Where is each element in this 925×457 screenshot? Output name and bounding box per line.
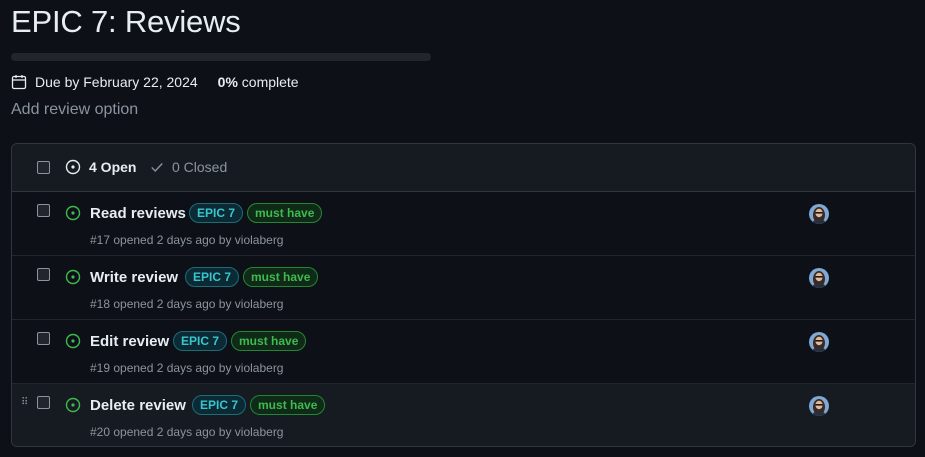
- issue-title-link[interactable]: Edit review: [90, 333, 169, 350]
- issue-title-link[interactable]: Write review: [90, 269, 178, 286]
- label-must-have[interactable]: must have: [243, 267, 319, 287]
- issue-open-icon: [65, 269, 81, 290]
- assignee-avatar[interactable]: [809, 204, 829, 224]
- issue-row[interactable]: Read reviews EPIC 7 must have #17 opened 2 …: [12, 192, 915, 256]
- issue-row[interactable]: Edit review EPIC 7 must have #19 opened 2 d…: [12, 320, 915, 384]
- assignee-avatar[interactable]: [809, 396, 829, 416]
- completion-percent: 0%: [217, 74, 238, 90]
- label-epic[interactable]: EPIC 7: [185, 267, 240, 287]
- issues-list: 4 Open 0 Closed Read reviews EPIC 7 must h…: [11, 143, 916, 447]
- issue-title-link[interactable]: Delete review: [90, 397, 186, 414]
- issue-labels: EPIC 7 must have: [192, 395, 326, 415]
- open-filter-tab[interactable]: 4 Open: [65, 159, 136, 175]
- issue-checkbox[interactable]: [37, 396, 50, 409]
- closed-count: 0 Closed: [172, 159, 228, 175]
- issue-open-icon: [65, 205, 81, 226]
- issue-meta: #18 opened 2 days ago by violaberg: [90, 297, 284, 311]
- select-all-checkbox[interactable]: [37, 161, 50, 174]
- issue-meta: #20 opened 2 days ago by violaberg: [90, 425, 284, 439]
- assignee-avatar[interactable]: [809, 332, 829, 352]
- issue-row[interactable]: ⠿ Delete review EPIC 7 must have #20 opened …: [12, 384, 915, 446]
- issue-meta: #19 opened 2 days ago by violaberg: [90, 361, 284, 375]
- drag-handle-icon[interactable]: ⠿: [21, 397, 29, 409]
- issue-open-icon: [65, 333, 81, 354]
- add-review-option-link[interactable]: Add review option: [11, 101, 138, 119]
- due-date: Due by February 22, 2024: [35, 74, 198, 90]
- issue-checkbox[interactable]: [37, 268, 50, 281]
- calendar-icon: [11, 74, 27, 90]
- page-title: EPIC 7: Reviews: [11, 4, 241, 39]
- issue-checkbox[interactable]: [37, 332, 50, 345]
- label-epic[interactable]: EPIC 7: [173, 331, 228, 351]
- issue-checkbox[interactable]: [37, 204, 50, 217]
- open-count: 4 Open: [89, 159, 137, 175]
- milestone-page: EPIC 7: Reviews Due by February 22, 2024…: [0, 0, 925, 457]
- label-must-have[interactable]: must have: [247, 203, 323, 223]
- label-must-have[interactable]: must have: [231, 331, 307, 351]
- issue-title-link[interactable]: Read reviews: [90, 205, 186, 222]
- assignee-avatar[interactable]: [809, 268, 829, 288]
- label-must-have[interactable]: must have: [250, 395, 326, 415]
- issue-open-icon: [65, 397, 81, 418]
- completion-status: 0% complete: [218, 74, 299, 90]
- label-epic[interactable]: EPIC 7: [192, 395, 247, 415]
- issue-open-icon: [65, 159, 81, 175]
- issue-labels: EPIC 7 must have: [173, 331, 307, 351]
- completion-text: complete: [241, 74, 299, 90]
- check-icon: [151, 163, 163, 172]
- milestone-meta: Due by February 22, 2024 0% complete: [11, 72, 299, 92]
- issue-meta: #17 opened 2 days ago by violaberg: [90, 233, 284, 247]
- issue-row[interactable]: Write review EPIC 7 must have #18 opened 2 …: [12, 256, 915, 320]
- closed-filter-tab[interactable]: 0 Closed: [150, 159, 227, 175]
- issue-labels: EPIC 7 must have: [189, 203, 323, 223]
- progress-bar: [11, 53, 431, 61]
- issues-list-header: 4 Open 0 Closed: [12, 144, 915, 192]
- label-epic[interactable]: EPIC 7: [189, 203, 244, 223]
- issue-labels: EPIC 7 must have: [185, 267, 319, 287]
